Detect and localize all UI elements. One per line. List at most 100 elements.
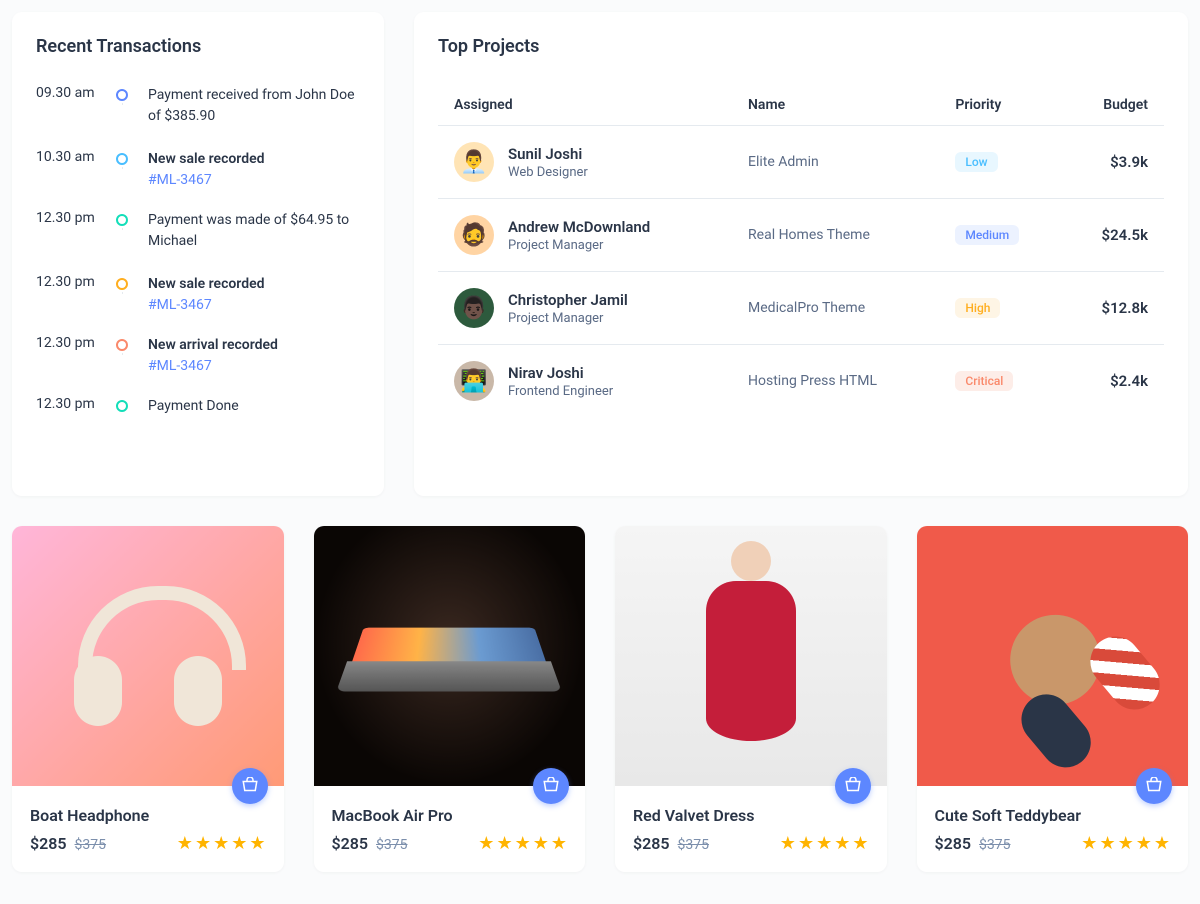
assignee-name: Nirav Joshi (508, 364, 613, 382)
timeline-line (122, 167, 123, 169)
timeline-content: New arrival recorded #ML-3467 (132, 335, 360, 374)
product-image[interactable] (917, 526, 1189, 786)
product-image[interactable] (615, 526, 887, 786)
add-to-cart-button[interactable] (232, 768, 268, 804)
basket-icon (241, 777, 259, 795)
star-icon: ★ (213, 833, 229, 854)
star-icon: ★ (496, 833, 512, 854)
project-name: Real Homes Theme (732, 199, 939, 272)
avatar: 👨‍💻 (454, 361, 494, 401)
product-card[interactable]: Boat Headphone $285 $375 ★★★★★ (12, 526, 284, 872)
product-image[interactable] (12, 526, 284, 786)
table-row[interactable]: 👨🏿 Christopher Jamil Project Manager Med… (438, 272, 1164, 345)
timeline-line (122, 292, 123, 294)
timeline-dot-icon (116, 153, 128, 165)
price-current: $285 (30, 834, 67, 853)
timeline-content: New sale recorded #ML-3467 (132, 149, 360, 188)
assignee-role: Frontend Engineer (508, 384, 613, 399)
priority-chip: Medium (955, 225, 1019, 245)
timeline-item: 12.30 pm Payment was made of $64.95 to M… (36, 210, 360, 274)
timeline-item: 12.30 pm Payment Done (36, 396, 360, 439)
assignee-role: Project Manager (508, 311, 628, 326)
assignee-name: Andrew McDownland (508, 218, 650, 236)
timeline-dot-icon (116, 339, 128, 351)
star-icon: ★ (1136, 833, 1152, 854)
avatar: 👨🏿 (454, 288, 494, 328)
timeline-item: 10.30 am New sale recorded #ML-3467 (36, 149, 360, 210)
timeline-dot-icon (116, 214, 128, 226)
rating-stars[interactable]: ★★★★★ (1081, 833, 1170, 854)
star-icon: ★ (834, 833, 850, 854)
basket-icon (844, 777, 862, 795)
timeline-dot-wrap (112, 210, 132, 226)
product-card[interactable]: MacBook Air Pro $285 $375 ★★★★★ (314, 526, 586, 872)
timeline-link[interactable]: #ML-3467 (148, 172, 360, 188)
table-row[interactable]: 👨‍💼 Sunil Joshi Web Designer Elite Admin… (438, 126, 1164, 199)
product-card[interactable]: Cute Soft Teddybear $285 $375 ★★★★★ (917, 526, 1189, 872)
star-icon: ★ (1099, 833, 1115, 854)
rating-stars[interactable]: ★★★★★ (478, 833, 567, 854)
timeline-dot-icon (116, 89, 128, 101)
price-old: $375 (75, 837, 106, 853)
timeline-dot-wrap (112, 149, 132, 165)
transactions-title: Recent Transactions (36, 36, 360, 57)
priority-chip: Low (955, 152, 997, 172)
timeline-item: 09.30 am Payment received from John Doe … (36, 85, 360, 149)
project-name: Elite Admin (732, 126, 939, 199)
assignee-name: Christopher Jamil (508, 291, 628, 309)
product-image[interactable] (314, 526, 586, 786)
star-icon: ★ (551, 833, 567, 854)
timeline-item: 12.30 pm New sale recorded #ML-3467 (36, 274, 360, 335)
budget-value: $12.8k (1063, 272, 1164, 345)
col-budget: Budget (1063, 85, 1164, 126)
timeline-time: 12.30 pm (36, 335, 112, 351)
timeline-link[interactable]: #ML-3467 (148, 297, 360, 313)
timeline-text: Payment Done (148, 396, 360, 417)
star-icon: ★ (1081, 833, 1097, 854)
star-icon: ★ (780, 833, 796, 854)
timeline-link[interactable]: #ML-3467 (148, 358, 360, 374)
timeline-time: 12.30 pm (36, 396, 112, 412)
budget-value: $3.9k (1063, 126, 1164, 199)
priority-chip: High (955, 298, 1000, 318)
star-icon: ★ (478, 833, 494, 854)
timeline-line (122, 228, 123, 230)
table-row[interactable]: 🧔 Andrew McDownland Project Manager Real… (438, 199, 1164, 272)
top-projects-card: Top Projects Assigned Name Priority Budg… (414, 12, 1188, 496)
star-icon: ★ (231, 833, 247, 854)
projects-table: Assigned Name Priority Budget 👨‍💼 Sunil … (438, 85, 1164, 417)
basket-icon (542, 777, 560, 795)
timeline-content: New sale recorded #ML-3467 (132, 274, 360, 313)
assignee-cell: 👨‍💻 Nirav Joshi Frontend Engineer (454, 361, 716, 401)
star-icon: ★ (1118, 833, 1134, 854)
product-name: MacBook Air Pro (332, 806, 568, 825)
assignee-role: Project Manager (508, 238, 650, 253)
star-icon: ★ (515, 833, 531, 854)
timeline-time: 10.30 am (36, 149, 112, 165)
star-icon: ★ (533, 833, 549, 854)
timeline-item: 12.30 pm New arrival recorded #ML-3467 (36, 335, 360, 396)
add-to-cart-button[interactable] (533, 768, 569, 804)
budget-value: $24.5k (1063, 199, 1164, 272)
table-row[interactable]: 👨‍💻 Nirav Joshi Frontend Engineer Hostin… (438, 345, 1164, 418)
basket-icon (1145, 777, 1163, 795)
star-icon: ★ (1154, 833, 1170, 854)
avatar: 👨‍💼 (454, 142, 494, 182)
timeline-time: 09.30 am (36, 85, 112, 101)
star-icon: ★ (195, 833, 211, 854)
timeline-dot-icon (116, 400, 128, 412)
add-to-cart-button[interactable] (835, 768, 871, 804)
price-old: $375 (678, 837, 709, 853)
timeline-content: Payment Done (132, 396, 360, 417)
timeline-text: New sale recorded (148, 274, 360, 295)
product-card[interactable]: Red Valvet Dress $285 $375 ★★★★★ (615, 526, 887, 872)
timeline-text: New arrival recorded (148, 335, 360, 356)
assignee-cell: 🧔 Andrew McDownland Project Manager (454, 215, 716, 255)
transactions-timeline: 09.30 am Payment received from John Doe … (36, 85, 360, 439)
rating-stars[interactable]: ★★★★★ (780, 833, 869, 854)
assignee-role: Web Designer (508, 165, 588, 180)
add-to-cart-button[interactable] (1136, 768, 1172, 804)
avatar: 🧔 (454, 215, 494, 255)
rating-stars[interactable]: ★★★★★ (177, 833, 266, 854)
recent-transactions-card: Recent Transactions 09.30 am Payment rec… (12, 12, 384, 496)
